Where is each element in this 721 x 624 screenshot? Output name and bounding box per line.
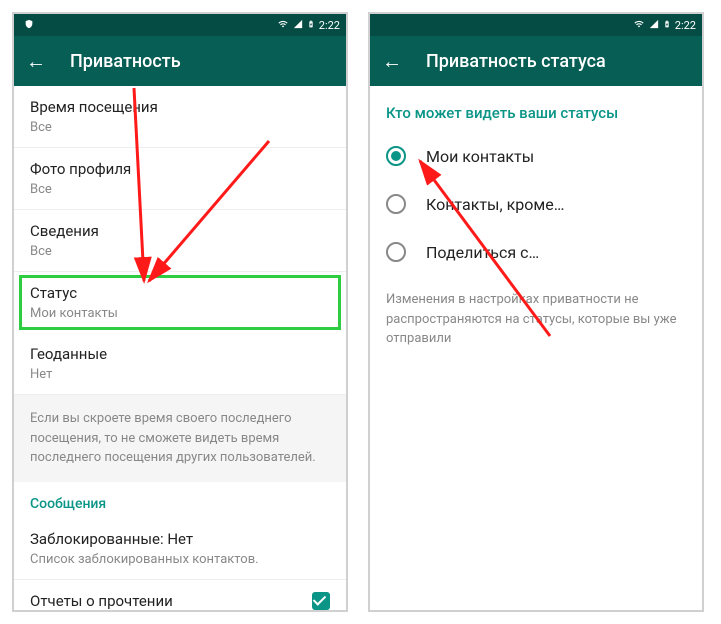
- info-last-seen: Если вы скроете время своего последнего …: [14, 395, 346, 482]
- item-label: Время посещения: [30, 98, 330, 116]
- option-label: Поделиться с…: [426, 243, 539, 262]
- item-label: Геоданные: [30, 345, 330, 363]
- back-arrow-icon[interactable]: ←: [382, 51, 402, 71]
- status-bar: 2:22: [14, 14, 346, 36]
- back-arrow-icon[interactable]: ←: [26, 51, 46, 71]
- section-header: Кто может видеть ваши статусы: [370, 86, 702, 132]
- item-value: Список заблокированных контактов.: [30, 552, 330, 567]
- item-label: Сведения: [30, 222, 330, 240]
- option-share-with[interactable]: Поделиться с…: [370, 228, 702, 276]
- option-my-contacts[interactable]: Мои контакты: [370, 132, 702, 180]
- item-read-receipts[interactable]: Отчеты о прочтении: [14, 580, 346, 611]
- checkbox-checked-icon[interactable]: [312, 592, 330, 610]
- item-value: Мои контакты: [30, 306, 330, 321]
- item-label: Статус: [30, 284, 330, 302]
- app-bar: ← Приватность статуса: [370, 36, 702, 86]
- radio-selected-icon[interactable]: [386, 146, 406, 166]
- phone-screen-privacy: 2:22 ← Приватность Время посещения Все Ф…: [12, 12, 348, 612]
- signal-icon: [649, 19, 659, 32]
- settings-list: Время посещения Все Фото профиля Все Све…: [14, 86, 346, 610]
- option-label: Мои контакты: [426, 147, 534, 166]
- item-last-seen[interactable]: Время посещения Все: [14, 86, 346, 148]
- radio-icon[interactable]: [386, 194, 406, 214]
- radio-icon[interactable]: [386, 242, 406, 262]
- battery-icon: [663, 18, 671, 33]
- status-time: 2:22: [319, 19, 340, 32]
- page-title: Приватность статуса: [426, 51, 606, 72]
- wifi-icon: [277, 19, 289, 32]
- item-label: Заблокированные: Нет: [30, 530, 330, 548]
- item-label: Фото профиля: [30, 160, 330, 178]
- page-title: Приватность: [70, 51, 181, 72]
- item-value: Нет: [30, 367, 330, 382]
- item-value: Все: [30, 120, 330, 135]
- item-status[interactable]: Статус Мои контакты: [20, 276, 340, 329]
- status-privacy-content: Кто может видеть ваши статусы Мои контак…: [370, 86, 702, 610]
- status-bar: 2:22: [370, 14, 702, 36]
- item-blocked[interactable]: Заблокированные: Нет Список заблокирован…: [14, 518, 346, 580]
- wifi-icon: [633, 19, 645, 32]
- encryption-icon: [24, 19, 34, 32]
- option-contacts-except[interactable]: Контакты, кроме…: [370, 180, 702, 228]
- item-location[interactable]: Геоданные Нет: [14, 333, 346, 395]
- status-time: 2:22: [675, 19, 696, 32]
- item-value: Все: [30, 244, 330, 259]
- section-messages: Сообщения: [14, 482, 346, 518]
- phone-screen-status-privacy: 2:22 ← Приватность статуса Кто может вид…: [368, 12, 704, 612]
- item-profile-photo[interactable]: Фото профиля Все: [14, 148, 346, 210]
- app-bar: ← Приватность: [14, 36, 346, 86]
- info-text: Изменения в настройках приватности не ра…: [370, 276, 702, 363]
- item-label: Отчеты о прочтении: [30, 592, 173, 610]
- signal-icon: [293, 19, 303, 32]
- item-about[interactable]: Сведения Все: [14, 210, 346, 272]
- battery-icon: [307, 18, 315, 33]
- item-value: Все: [30, 182, 330, 197]
- option-label: Контакты, кроме…: [426, 195, 564, 214]
